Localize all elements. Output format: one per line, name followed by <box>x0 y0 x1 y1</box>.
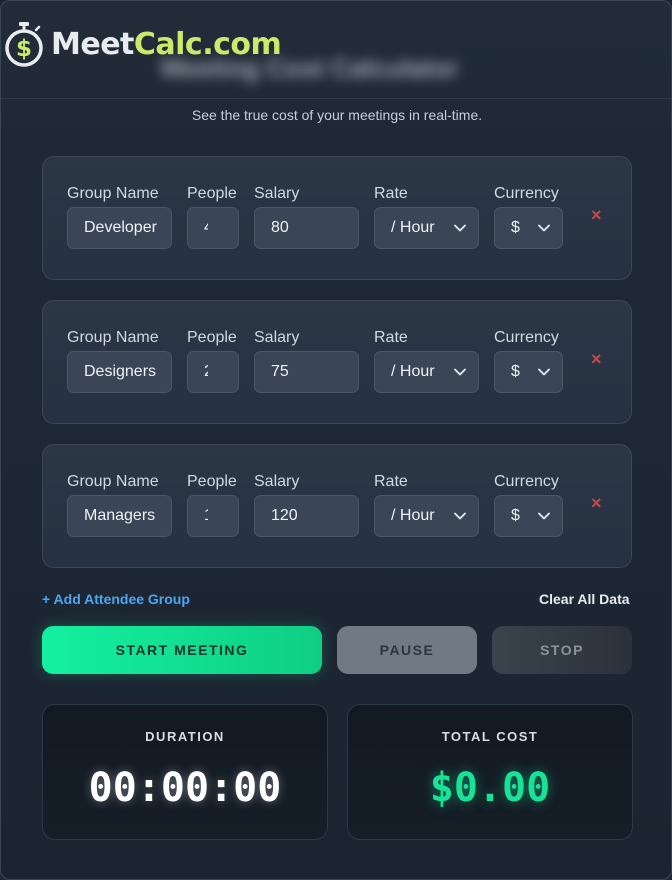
people-value: 4 <box>204 219 208 237</box>
rate-select[interactable]: / Hour <box>374 207 479 249</box>
people-value: 1 <box>204 507 208 525</box>
people-label: People <box>187 473 237 490</box>
group-name-label: Group Name <box>67 185 159 202</box>
currency-label: Currency <box>494 185 559 202</box>
header: $ MeetCalc.com Meeting Cost Calculator <box>1 1 671 99</box>
salary-label: Salary <box>254 329 300 346</box>
salary-label: Salary <box>254 185 300 202</box>
logo-text-meet: Meet <box>51 27 134 62</box>
attendee-group-card: Group Name People Salary Rate Currency Manage… <box>42 444 632 568</box>
salary-input[interactable]: 75 <box>254 351 359 393</box>
duration-value: 00:00:00 <box>88 765 282 811</box>
currency-select[interactable]: $ <box>494 207 563 249</box>
salary-label: Salary <box>254 473 300 490</box>
group-name-input[interactable]: Designers <box>67 351 172 393</box>
stop-button[interactable]: STOP <box>492 626 632 674</box>
salary-input[interactable]: 80 <box>254 207 359 249</box>
rate-value: / Hour <box>391 363 435 380</box>
subtitle: See the true cost of your meetings in re… <box>191 107 483 123</box>
total-cost-value: $0.00 <box>429 765 551 811</box>
pause-button[interactable]: PAUSE <box>337 626 477 674</box>
people-input[interactable]: 2 <box>187 351 239 393</box>
group-name-label: Group Name <box>67 473 159 490</box>
salary-input[interactable]: 120 <box>254 495 359 537</box>
start-meeting-button[interactable]: START MEETING <box>42 626 322 674</box>
people-label: People <box>187 329 237 346</box>
currency-select[interactable]: $ <box>494 351 563 393</box>
group-name-input[interactable]: Developer <box>67 207 172 249</box>
rate-label: Rate <box>374 185 408 202</box>
app-window: $ MeetCalc.com Meeting Cost Calculator S… <box>0 0 672 880</box>
svg-text:$: $ <box>16 36 32 62</box>
remove-group-icon[interactable]: × <box>591 493 602 514</box>
currency-select[interactable]: $ <box>494 495 563 537</box>
people-input[interactable]: 4 <box>187 207 239 249</box>
total-cost-panel: TOTAL COST $0.00 <box>347 704 633 840</box>
rate-label: Rate <box>374 473 408 490</box>
chevron-down-icon <box>538 224 550 232</box>
remove-group-icon[interactable]: × <box>591 205 602 226</box>
currency-value: $ <box>511 219 520 236</box>
rate-select[interactable]: / Hour <box>374 495 479 537</box>
currency-label: Currency <box>494 473 559 490</box>
currency-label: Currency <box>494 329 559 346</box>
attendee-group-card: Group Name People Salary Rate Currency Develo… <box>42 156 632 280</box>
add-group-link[interactable]: + Add Attendee Group <box>42 591 190 607</box>
rate-label: Rate <box>374 329 408 346</box>
rate-select[interactable]: / Hour <box>374 351 479 393</box>
people-input[interactable]: 1 <box>187 495 239 537</box>
chevron-down-icon <box>538 512 550 520</box>
duration-label: DURATION <box>145 729 225 744</box>
chevron-down-icon <box>454 512 466 520</box>
chevron-down-icon <box>454 224 466 232</box>
page-title: Meeting Cost Calculator <box>161 53 459 83</box>
rate-value: / Hour <box>391 507 435 524</box>
duration-panel: DURATION 00:00:00 <box>42 704 328 840</box>
currency-value: $ <box>511 363 520 380</box>
chevron-down-icon <box>454 368 466 376</box>
rate-value: / Hour <box>391 219 435 236</box>
stopwatch-dollar-icon: $ <box>5 22 43 67</box>
group-name-input[interactable]: Managers <box>67 495 172 537</box>
currency-value: $ <box>511 507 520 524</box>
group-name-label: Group Name <box>67 329 159 346</box>
clear-all-link[interactable]: Clear All Data <box>539 591 630 607</box>
total-cost-label: TOTAL COST <box>441 729 539 744</box>
people-label: People <box>187 185 237 202</box>
remove-group-icon[interactable]: × <box>591 349 602 370</box>
attendee-group-card: Group Name People Salary Rate Currency Design… <box>42 300 632 424</box>
chevron-down-icon <box>538 368 550 376</box>
people-value: 2 <box>204 363 208 381</box>
